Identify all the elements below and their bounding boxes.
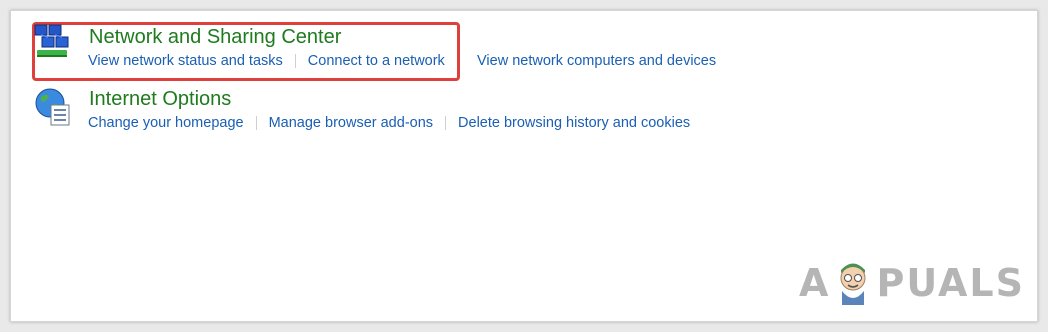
link-separator — [255, 116, 257, 130]
manage-addons-link[interactable]: Manage browser add-ons — [269, 115, 433, 131]
connect-to-network-link[interactable]: Connect to a network — [308, 53, 445, 69]
control-panel-content: Network and Sharing Center View network … — [10, 10, 1038, 322]
mascot-icon — [840, 263, 866, 305]
watermark-text-right: PUALS — [876, 261, 1025, 305]
delete-history-link[interactable]: Delete browsing history and cookies — [458, 115, 690, 131]
link-separator — [294, 54, 296, 68]
view-network-computers-link[interactable]: View network computers and devices — [477, 53, 716, 69]
change-homepage-link[interactable]: Change your homepage — [88, 115, 244, 131]
appuals-watermark: A PUALS — [799, 261, 1025, 305]
internet-options-icon[interactable] — [33, 87, 73, 127]
category-title[interactable]: Internet Options — [89, 88, 231, 111]
network-sharing-center-icon[interactable] — [33, 21, 73, 61]
category-links: View network status and tasks Connect to… — [88, 53, 445, 69]
link-separator — [445, 116, 447, 130]
category-title[interactable]: Network and Sharing Center — [89, 26, 341, 49]
view-network-status-link[interactable]: View network status and tasks — [88, 53, 283, 69]
watermark-text-left: A — [799, 261, 831, 305]
category-links: Change your homepage Manage browser add-… — [88, 115, 690, 131]
